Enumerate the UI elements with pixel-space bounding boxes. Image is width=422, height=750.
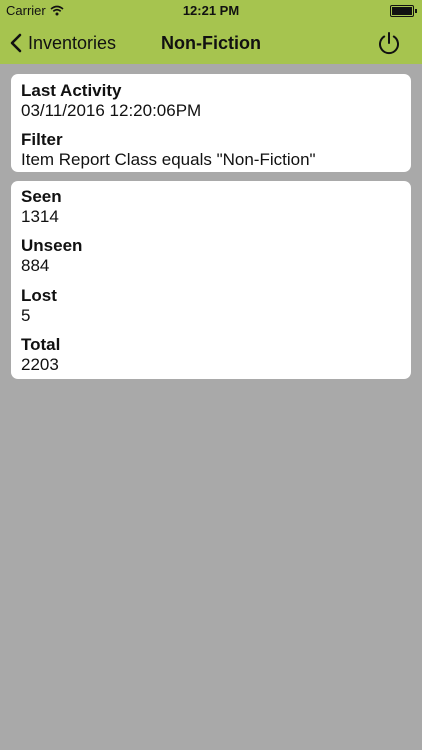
- last-activity-field: Last Activity 03/11/2016 12:20:06PM: [21, 81, 401, 121]
- top-bar: Carrier 12:21 PM Inventories Non-Fiction: [0, 0, 422, 64]
- last-activity-value: 03/11/2016 12:20:06PM: [21, 101, 202, 120]
- lost-label: Lost: [21, 286, 57, 305]
- filter-field: Filter Item Report Class equals "Non-Fic…: [21, 130, 401, 170]
- page-title: Non-Fiction: [161, 33, 261, 53]
- power-icon[interactable]: [376, 30, 402, 56]
- total-label: Total: [21, 335, 61, 354]
- unseen-label: Unseen: [21, 236, 83, 255]
- unseen-value: 884: [21, 256, 50, 275]
- filter-value: Item Report Class equals "Non-Fiction": [21, 150, 316, 169]
- total-value: 2203: [21, 355, 59, 374]
- total-field: Total 2203: [21, 335, 401, 375]
- battery-icon: [390, 5, 417, 17]
- status-bar: Carrier 12:21 PM: [0, 0, 422, 22]
- lost-field: Lost 5: [21, 286, 401, 326]
- unseen-field: Unseen 884: [21, 236, 401, 276]
- status-time: 12:21 PM: [182, 3, 240, 18]
- filter-label: Filter: [21, 130, 63, 149]
- last-activity-label: Last Activity: [21, 81, 122, 100]
- seen-value: 1314: [21, 207, 59, 226]
- navigation-bar: Inventories Non-Fiction: [0, 22, 422, 64]
- lost-value: 5: [21, 306, 31, 325]
- summary-card: Last Activity 03/11/2016 12:20:06PM Filt…: [11, 74, 411, 172]
- seen-field: Seen 1314: [21, 187, 401, 227]
- seen-label: Seen: [21, 187, 62, 206]
- counts-card: Seen 1314 Unseen 884 Lost 5 Total 2203: [11, 181, 411, 379]
